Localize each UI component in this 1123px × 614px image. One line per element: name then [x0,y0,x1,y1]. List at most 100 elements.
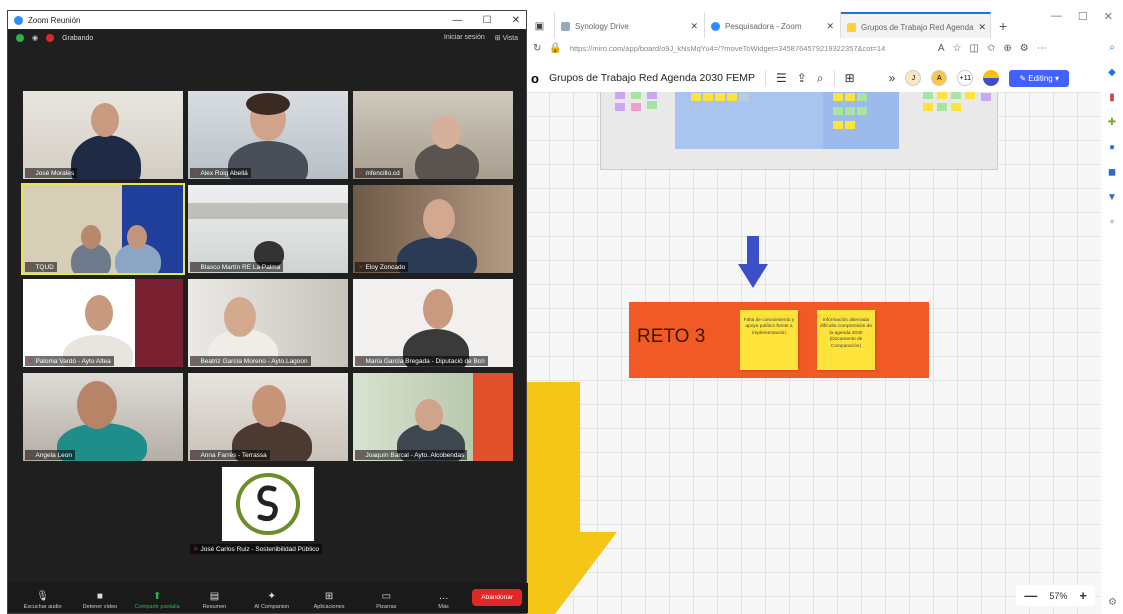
close-icon[interactable]: ✕ [690,21,698,32]
star-icon[interactable]: ☆ [953,43,962,54]
board-title[interactable]: Grupos de Trabajo Red Agenda 2030 FEMP [549,72,755,84]
whiteboards-button[interactable]: ▭ Pizarras [358,591,415,610]
sticky-note[interactable] [715,93,725,101]
participant-tile[interactable]: ⨯ Beatriz García Moreno - Ayto.Lagoon [188,279,348,367]
sticky-note[interactable] [845,107,855,115]
sticky-note[interactable] [845,93,855,101]
ai-companion-button[interactable]: ✦ AI Companion [243,591,300,610]
extensions-icon[interactable]: ⚙ [1020,43,1029,54]
read-aloud-icon[interactable]: A [938,43,945,54]
maximize-button[interactable]: ☐ [483,15,492,26]
participant-tile[interactable]: ⨯ José Morales [23,91,183,179]
shopping-icon[interactable]: ▮ [1109,92,1115,103]
video-button[interactable]: ■ Detener vídeo [71,591,128,610]
shield-icon[interactable] [16,34,24,42]
view-button[interactable]: ⊞ Vista [495,34,518,42]
participant-tile[interactable]: ⨯ Anna Farrés - Terrassa [188,373,348,461]
minimize-button[interactable]: — [453,15,463,26]
sticky-note[interactable] [845,121,855,129]
sticky-note[interactable] [615,103,625,111]
participant-tile[interactable]: ⨯ mfencillo.cd [353,91,513,179]
sticky-note[interactable] [727,93,737,101]
sticky-note[interactable] [833,121,843,129]
participant-tile[interactable]: ⨯ José Carlos Ruiz - Sostenibilidad Públi… [188,467,348,555]
sticky-note[interactable]: Información alternada difículta comprens… [817,310,875,370]
office-icon[interactable]: ◼ [1108,167,1116,178]
search-icon[interactable]: ⌕ [1109,42,1115,53]
sticky-note[interactable] [647,92,657,99]
sticky-note[interactable] [647,101,657,109]
info-icon[interactable]: ◉ [32,34,38,42]
zoom-out-button[interactable]: — [1024,588,1037,603]
close-button[interactable]: ✕ [512,15,520,26]
favorites-icon[interactable]: ✩ [987,43,995,54]
reactions-icon[interactable]: » [889,71,896,85]
sticky-note[interactable] [739,93,749,101]
close-window-button[interactable]: ✕ [1104,10,1113,23]
sticky-note[interactable] [923,103,933,111]
sticky-note[interactable] [937,103,947,111]
tab-miro[interactable]: Grupos de Trabajo Red Agenda ✕ [841,12,991,40]
participant-tile[interactable]: ⨯ Angela Leon [23,373,183,461]
new-tab-button[interactable]: + [991,18,1015,40]
tab-actions-icon[interactable]: ▣ [525,12,555,40]
participant-tile[interactable]: ⨯ Alex Roig Abellá [188,91,348,179]
menu-icon[interactable]: ☰ [776,71,787,85]
avatar[interactable]: A [931,70,948,86]
tools-icon[interactable]: ✚ [1108,117,1116,128]
sticky-note[interactable] [703,93,713,101]
games-icon[interactable]: ● [1109,142,1115,153]
leave-meeting-button[interactable]: Abandonar [472,589,523,606]
board-frame[interactable] [600,92,998,170]
tab-zoom[interactable]: Pesquisadora - Zoom ✕ [705,12,841,40]
avatar-more[interactable]: +11 [957,70,974,86]
settings-icon[interactable]: ⚙ [1108,597,1117,608]
copilot-icon[interactable]: ◆ [1108,67,1116,78]
avatar[interactable]: J [905,70,922,86]
apps-icon[interactable]: ⊞ [845,71,855,85]
tab-synology[interactable]: Synology Drive ✕ [555,12,705,40]
sticky-note[interactable] [965,92,975,99]
sign-in-link[interactable]: Iniciar sesión [444,34,485,42]
user-avatar[interactable] [983,70,1000,86]
close-icon[interactable]: ✕ [826,21,834,32]
sticky-note[interactable] [937,92,947,99]
reto-frame[interactable]: RETO 3 Falta de conocimiento y apoyo pol… [629,302,929,378]
sticky-note[interactable] [923,92,933,99]
yellow-arrow-shape[interactable] [525,382,617,614]
split-screen-icon[interactable]: ◫ [969,43,978,54]
sticky-note[interactable] [951,103,961,111]
zoom-in-button[interactable]: + [1079,588,1087,603]
sticky-note[interactable] [833,107,843,115]
sticky-note[interactable] [981,93,991,101]
more-button[interactable]: … Más [415,591,472,610]
export-icon[interactable]: ⇪ [797,71,807,85]
sticky-note[interactable] [857,93,867,101]
sticky-note[interactable] [615,92,625,99]
close-icon[interactable]: ✕ [979,22,987,33]
participant-tile[interactable]: ⨯ Paloma Vardó - Ayto Altea [23,279,183,367]
sticky-note[interactable] [951,92,961,99]
down-arrow-icon[interactable] [738,236,768,288]
participant-tile[interactable]: ⨯ Eloy Zoncado [353,185,513,273]
more-icon[interactable]: ⋯ [1037,43,1047,54]
reload-icon[interactable]: ↻ [533,43,541,54]
minimize-button[interactable]: — [1051,10,1062,23]
zoom-level[interactable]: 57% [1049,591,1067,601]
sticky-note[interactable] [857,107,867,115]
collections-icon[interactable]: ⊕ [1003,43,1011,54]
search-icon[interactable]: ⌕ [817,71,824,86]
miro-canvas[interactable]: RETO 3 Falta de conocimiento y apoyo pol… [525,92,1101,614]
outlook-icon[interactable]: ▼ [1107,192,1117,203]
miro-logo-icon[interactable]: o [531,71,539,86]
sticky-note[interactable] [833,93,843,101]
sticky-note[interactable] [631,92,641,99]
sticky-note[interactable] [691,93,701,101]
url-field[interactable]: https://miro.com/app/board/o9J_kNsMqYu4=… [570,44,930,53]
audio-button[interactable]: 🎙 Escuchar audio [14,591,71,610]
share-screen-button[interactable]: ⬆ Compartir pantalla [129,591,186,610]
sticky-note[interactable]: Falta de conocimiento y apoyo político f… [740,310,798,370]
sticky-note[interactable] [631,103,641,111]
participant-tile-active-speaker[interactable]: ⨯ TQUD [21,183,185,275]
maximize-button[interactable]: ☐ [1078,10,1088,23]
